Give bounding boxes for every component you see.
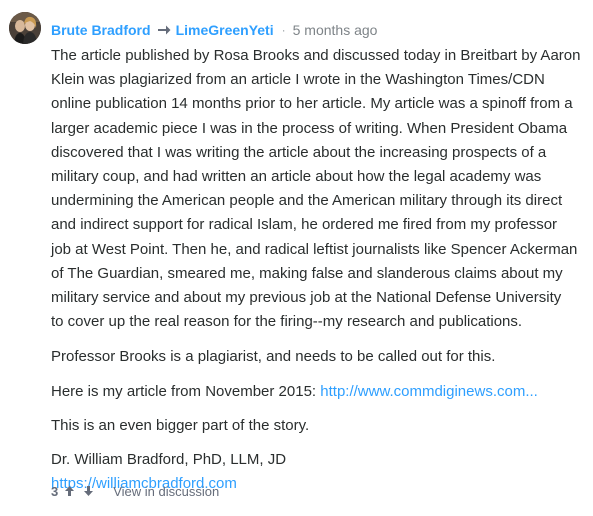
reply-to-user[interactable]: LimeGreenYeti — [176, 22, 274, 38]
comment: Brute Bradford LimeGreenYeti · 5 months … — [0, 0, 593, 516]
paragraph-story: This is an even bigger part of the story… — [51, 416, 310, 434]
text-line: to cover up the real reason for the firi… — [51, 313, 523, 331]
separator-dot: · — [281, 23, 286, 37]
text-line: of The Guardian, smeared me, making fals… — [51, 264, 563, 282]
text-line: military service and about my previous j… — [51, 289, 562, 307]
comment-header: Brute Bradford LimeGreenYeti · 5 months … — [51, 19, 377, 41]
text-line: discovered that I was writing the articl… — [51, 143, 547, 161]
article-link-prefix: Here is my article from November 2015: — [51, 382, 321, 400]
paragraph-plagiarist: Professor Brooks is a plagiarist, and ne… — [51, 348, 496, 366]
arrow-down-icon[interactable] — [83, 485, 94, 497]
author-name[interactable]: Brute Bradford — [51, 22, 151, 38]
signature-name: Dr. William Bradford, PhD, LLM, JD — [51, 451, 287, 469]
view-in-discussion-link[interactable]: View in discussion — [113, 484, 219, 499]
comment-footer: 3 View in discussion — [51, 480, 219, 502]
text-line: The article published by Rosa Brooks and… — [51, 47, 581, 64]
text-line: undermining the American people and the … — [51, 192, 563, 210]
avatar-photo — [9, 12, 41, 44]
text-line: larger academic piece I was in the proce… — [51, 119, 568, 137]
comment-body: The article published by Rosa Brooks and… — [51, 44, 587, 496]
paragraph-main: The article published by Rosa Brooks and… — [51, 44, 587, 334]
text-line: military coup, and had written an articl… — [51, 168, 542, 186]
arrow-up-icon[interactable] — [64, 485, 75, 497]
text-line: and indirect support for radical Islam, … — [51, 216, 558, 234]
reply-arrow-icon — [157, 24, 171, 36]
text-line: job at West Point. Then he, and radical … — [51, 240, 578, 258]
timestamp[interactable]: 5 months ago — [293, 22, 378, 38]
text-line: Klein was plagiarized from an article I … — [51, 71, 545, 89]
text-line: online publication 14 months prior to he… — [51, 95, 573, 113]
vote-count: 3 — [51, 483, 59, 499]
paragraph-article-link: Here is my article from November 2015: h… — [51, 380, 587, 404]
avatar[interactable] — [9, 12, 41, 44]
article-link[interactable]: http://www.commdiginews.com... — [320, 383, 538, 400]
